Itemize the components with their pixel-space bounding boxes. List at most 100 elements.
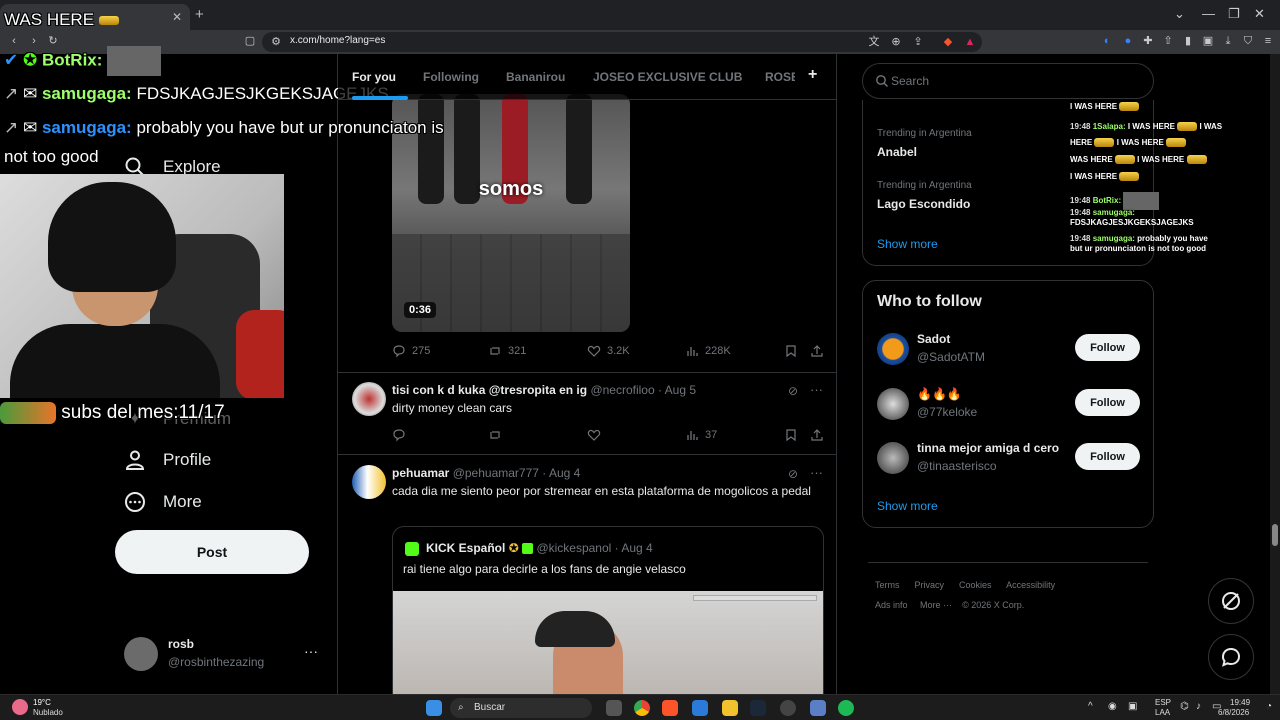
more-options-icon[interactable]: ··· (810, 465, 823, 480)
translate-icon[interactable]: 文 (868, 36, 880, 48)
spotify-icon[interactable] (838, 700, 854, 716)
chrome-icon[interactable] (634, 700, 650, 716)
close-tab-icon[interactable]: ✕ (170, 10, 184, 24)
network-icon[interactable]: ⌬ (1180, 701, 1189, 712)
footer-terms-link[interactable]: Terms (875, 580, 900, 590)
sidebar-toggle-icon[interactable]: ▮ (1182, 35, 1194, 47)
follow-suggestion[interactable]: tinna mejor amiga d cero @tinaasterisco … (877, 440, 1141, 478)
discord-icon[interactable]: ◉ (1108, 701, 1117, 712)
author-handle[interactable]: @pehuamar777 (453, 466, 539, 480)
follow-button[interactable]: Follow (1075, 334, 1140, 361)
follow-button[interactable]: Follow (1075, 443, 1140, 470)
extensions-icon[interactable]: ✚ (1142, 35, 1154, 47)
share-button[interactable] (810, 344, 824, 358)
brave-rewards-icon[interactable]: ▲ (964, 36, 976, 48)
clock-date[interactable]: 6/8/2026 (1218, 708, 1249, 717)
views-button[interactable]: 228K (685, 344, 731, 358)
account-more-icon[interactable]: ··· (304, 643, 318, 659)
start-icon[interactable] (426, 700, 442, 716)
tab-bananirou[interactable]: Bananirou (506, 70, 565, 84)
footer-accessibility-link[interactable]: Accessibility (1006, 580, 1055, 590)
author-handle[interactable]: @necrofiloo (590, 383, 654, 397)
nav-more[interactable]: More (122, 487, 202, 517)
store-icon[interactable] (692, 700, 708, 716)
reply-button[interactable]: 275 (392, 344, 430, 358)
scrollbar[interactable] (1270, 54, 1280, 694)
footer-ads-link[interactable]: Ads info (875, 600, 908, 610)
trend-item[interactable]: Lago Escondido (877, 197, 970, 211)
footer-more-link[interactable]: More ··· (920, 600, 952, 610)
maximize-icon[interactable]: ❐ (1228, 6, 1240, 22)
tab-joseo-exclusive-club[interactable]: JOSEO EXCLUSIVE CLUB (593, 70, 742, 84)
like-button[interactable] (587, 428, 601, 442)
brave-shields-icon[interactable]: ◆ (942, 36, 954, 48)
tweet-date[interactable]: · Aug 4 (542, 466, 580, 480)
footer-cookies-link[interactable]: Cookies (959, 580, 992, 590)
search-input[interactable]: Search (862, 63, 1154, 99)
weather-icon[interactable] (12, 699, 28, 715)
grok-fab[interactable] (1208, 578, 1254, 624)
tray-app-icon[interactable]: ▣ (1128, 701, 1137, 712)
steam-icon[interactable] (750, 700, 766, 716)
avatar[interactable] (352, 382, 386, 416)
footer-privacy-link[interactable]: Privacy (915, 580, 945, 590)
keyboard-layout[interactable]: LAA (1155, 708, 1170, 717)
bookmark-button[interactable] (784, 428, 798, 442)
zoom-icon[interactable]: ⊕ (890, 36, 902, 48)
follow-suggestion[interactable]: 🔥🔥🔥 @77keloke Follow (877, 386, 1141, 424)
clock-time[interactable]: 19:49 (1230, 698, 1250, 707)
repost-button[interactable]: 321 (488, 344, 526, 358)
address-bar[interactable]: ⚙ x.com/home?lang=es 文 ⊕ ⇪ ◆ ▲ (262, 32, 982, 52)
app-icon[interactable] (810, 700, 826, 716)
more-options-icon[interactable]: ··· (810, 382, 823, 397)
minimize-icon[interactable]: — (1202, 6, 1215, 21)
bookmark-icon[interactable]: ▢ (244, 35, 256, 47)
share-page-icon[interactable]: ⇧ (1162, 35, 1174, 47)
scrollbar-thumb[interactable] (1272, 524, 1278, 546)
nav-profile[interactable]: Profile (122, 445, 211, 475)
tab-following[interactable]: Following (423, 70, 479, 84)
notifications-icon[interactable]: ◔ (1266, 701, 1272, 712)
vpn-icon[interactable]: ⛉ (1242, 35, 1254, 47)
author-name[interactable]: pehuamar (392, 466, 449, 480)
repost-button[interactable] (488, 428, 502, 442)
site-info-icon[interactable]: ⚙ (270, 36, 282, 48)
extension-audio-icon[interactable]: ◖ (1100, 35, 1112, 47)
show-more-trends-link[interactable]: Show more (877, 237, 938, 251)
wallet-icon[interactable]: ▣ (1202, 35, 1214, 47)
avatar[interactable] (352, 465, 386, 499)
quoted-tweet[interactable]: KICK Español ✪ @kickespanol · Aug 4 rai … (392, 526, 824, 694)
obs-icon[interactable] (780, 700, 796, 716)
tab-search-icon[interactable]: ⌄ (1174, 6, 1185, 22)
quote-image[interactable] (393, 591, 823, 694)
volume-icon[interactable]: ♪ (1196, 701, 1201, 712)
follow-button[interactable]: Follow (1075, 389, 1140, 416)
new-tab-icon[interactable]: + (195, 6, 204, 23)
extension-icon[interactable]: ● (1122, 35, 1134, 47)
grok-icon[interactable]: ⊘ (788, 384, 802, 398)
follow-suggestion[interactable]: Sadot @SadotATM Follow (877, 331, 1141, 369)
add-tab-icon[interactable]: + (808, 66, 817, 84)
share-icon[interactable]: ⇪ (912, 36, 924, 48)
account-switcher[interactable]: rosb @rosbinthezazing ··· (124, 635, 324, 675)
download-icon[interactable]: ⤓ (1222, 35, 1234, 47)
language-code[interactable]: ESP (1155, 698, 1171, 707)
close-window-icon[interactable]: ✕ (1254, 6, 1265, 22)
reply-button[interactable] (392, 428, 406, 442)
tab-for-you[interactable]: For you (352, 70, 396, 84)
tray-expand-icon[interactable]: ^ (1088, 701, 1093, 712)
author-name[interactable]: tisi con k d kuka @tresropita en ig (392, 383, 587, 397)
like-button[interactable]: 3.2K (587, 344, 630, 358)
show-more-follows-link[interactable]: Show more (877, 499, 938, 513)
brave-icon[interactable] (662, 700, 678, 716)
trend-item[interactable]: Anabel (877, 145, 917, 159)
tab-rosb[interactable]: ROSB (765, 70, 795, 84)
taskbar-search[interactable]: ⌕ Buscar (450, 698, 592, 718)
messages-fab[interactable] (1208, 634, 1254, 680)
bookmark-button[interactable] (784, 344, 798, 358)
share-button[interactable] (810, 428, 824, 442)
views-button[interactable]: 37 (685, 428, 717, 442)
tweet-date[interactable]: · Aug 5 (658, 383, 696, 397)
task-view-icon[interactable] (606, 700, 622, 716)
grok-icon[interactable]: ⊘ (788, 467, 802, 481)
